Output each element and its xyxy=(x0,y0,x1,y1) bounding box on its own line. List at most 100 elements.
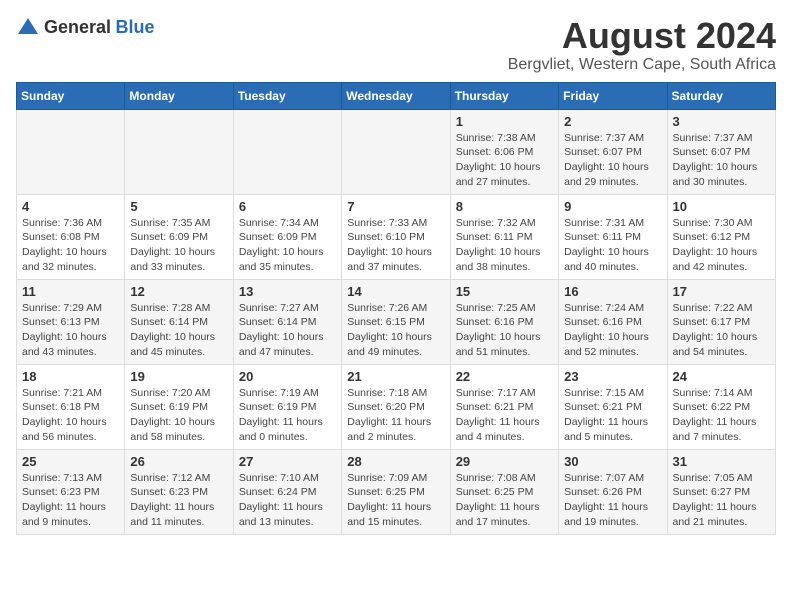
day-info: Sunrise: 7:18 AM Sunset: 6:20 PM Dayligh… xyxy=(347,386,444,445)
calendar-cell: 6Sunrise: 7:34 AM Sunset: 6:09 PM Daylig… xyxy=(233,194,341,279)
day-info: Sunrise: 7:38 AM Sunset: 6:06 PM Dayligh… xyxy=(456,131,553,190)
week-row-1: 1 Sunrise: 7:38 AM Sunset: 6:06 PM Daylig… xyxy=(17,109,776,194)
day-number: 25 xyxy=(22,454,119,469)
calendar-cell: 15Sunrise: 7:25 AM Sunset: 6:16 PM Dayli… xyxy=(450,279,558,364)
calendar-cell xyxy=(17,109,125,194)
day-number: 29 xyxy=(456,454,553,469)
calendar-table: SundayMondayTuesdayWednesdayThursdayFrid… xyxy=(16,82,776,535)
calendar-title: August 2024 xyxy=(508,16,776,56)
calendar-cell: 1 Sunrise: 7:38 AM Sunset: 6:06 PM Daylig… xyxy=(450,109,558,194)
calendar-cell: 16 Sunrise: 7:24 AM Sunset: 6:16 PM Dayli… xyxy=(559,279,667,364)
day-info: Sunrise: 7:25 AM Sunset: 6:16 PM Dayligh… xyxy=(456,301,553,360)
calendar-cell: 21Sunrise: 7:18 AM Sunset: 6:20 PM Dayli… xyxy=(342,364,450,449)
day-number: 30 xyxy=(564,454,661,469)
calendar-cell: 30Sunrise: 7:07 AM Sunset: 6:26 PM Dayli… xyxy=(559,449,667,534)
day-info: Sunrise: 7:10 AM Sunset: 6:24 PM Dayligh… xyxy=(239,471,336,530)
day-info: Sunrise: 7:05 AM Sunset: 6:27 PM Dayligh… xyxy=(673,471,770,530)
day-number: 1 xyxy=(456,114,553,129)
day-number: 28 xyxy=(347,454,444,469)
week-row-3: 11 Sunrise: 7:29 AM Sunset: 6:13 PM Dayli… xyxy=(17,279,776,364)
calendar-cell: 5 Sunrise: 7:35 AM Sunset: 6:09 PM Daylig… xyxy=(125,194,233,279)
day-number: 31 xyxy=(673,454,770,469)
logo-icon xyxy=(16,16,40,40)
calendar-subtitle: Bergvliet, Western Cape, South Africa xyxy=(508,56,776,74)
day-number: 16 xyxy=(564,284,661,299)
calendar-cell: 4 Sunrise: 7:36 AM Sunset: 6:08 PM Daylig… xyxy=(17,194,125,279)
day-header-friday: Friday xyxy=(559,82,667,109)
day-number: 3 xyxy=(673,114,770,129)
day-number: 18 xyxy=(22,369,119,384)
day-info: Sunrise: 7:27 AM Sunset: 6:14 PM Dayligh… xyxy=(239,301,336,360)
day-number: 7 xyxy=(347,199,444,214)
day-info: Sunrise: 7:32 AM Sunset: 6:11 PM Dayligh… xyxy=(456,216,553,275)
day-info: Sunrise: 7:09 AM Sunset: 6:25 PM Dayligh… xyxy=(347,471,444,530)
day-info: Sunrise: 7:29 AM Sunset: 6:13 PM Dayligh… xyxy=(22,301,119,360)
calendar-cell: 13 Sunrise: 7:27 AM Sunset: 6:14 PM Dayli… xyxy=(233,279,341,364)
day-number: 24 xyxy=(673,369,770,384)
calendar-cell: 17Sunrise: 7:22 AM Sunset: 6:17 PM Dayli… xyxy=(667,279,775,364)
calendar-cell: 10Sunrise: 7:30 AM Sunset: 6:12 PM Dayli… xyxy=(667,194,775,279)
day-info: Sunrise: 7:36 AM Sunset: 6:08 PM Dayligh… xyxy=(22,216,119,275)
day-number: 8 xyxy=(456,199,553,214)
calendar-cell: 31 Sunrise: 7:05 AM Sunset: 6:27 PM Dayli… xyxy=(667,449,775,534)
calendar-cell: 7 Sunrise: 7:33 AM Sunset: 6:10 PM Daylig… xyxy=(342,194,450,279)
day-info: Sunrise: 7:21 AM Sunset: 6:18 PM Dayligh… xyxy=(22,386,119,445)
day-number: 9 xyxy=(564,199,661,214)
calendar-cell xyxy=(342,109,450,194)
day-number: 12 xyxy=(130,284,227,299)
calendar-cell: 19 Sunrise: 7:20 AM Sunset: 6:19 PM Dayli… xyxy=(125,364,233,449)
day-info: Sunrise: 7:24 AM Sunset: 6:16 PM Dayligh… xyxy=(564,301,661,360)
calendar-cell xyxy=(233,109,341,194)
calendar-cell: 8 Sunrise: 7:32 AM Sunset: 6:11 PM Daylig… xyxy=(450,194,558,279)
day-info: Sunrise: 7:37 AM Sunset: 6:07 PM Dayligh… xyxy=(564,131,661,190)
logo: General Blue xyxy=(16,16,155,40)
calendar-cell: 27 Sunrise: 7:10 AM Sunset: 6:24 PM Dayli… xyxy=(233,449,341,534)
calendar-cell: 18 Sunrise: 7:21 AM Sunset: 6:18 PM Dayli… xyxy=(17,364,125,449)
day-number: 5 xyxy=(130,199,227,214)
day-info: Sunrise: 7:37 AM Sunset: 6:07 PM Dayligh… xyxy=(673,131,770,190)
title-block: August 2024 Bergvliet, Western Cape, Sou… xyxy=(508,16,776,74)
week-row-2: 4 Sunrise: 7:36 AM Sunset: 6:08 PM Daylig… xyxy=(17,194,776,279)
day-header-sunday: Sunday xyxy=(17,82,125,109)
day-number: 20 xyxy=(239,369,336,384)
day-info: Sunrise: 7:28 AM Sunset: 6:14 PM Dayligh… xyxy=(130,301,227,360)
calendar-cell: 28 Sunrise: 7:09 AM Sunset: 6:25 PM Dayli… xyxy=(342,449,450,534)
day-info: Sunrise: 7:31 AM Sunset: 6:11 PM Dayligh… xyxy=(564,216,661,275)
calendar-cell: 3 Sunrise: 7:37 AM Sunset: 6:07 PM Daylig… xyxy=(667,109,775,194)
day-info: Sunrise: 7:13 AM Sunset: 6:23 PM Dayligh… xyxy=(22,471,119,530)
logo-blue-text: Blue xyxy=(116,17,155,37)
day-number: 26 xyxy=(130,454,227,469)
day-number: 14 xyxy=(347,284,444,299)
day-header-saturday: Saturday xyxy=(667,82,775,109)
day-info: Sunrise: 7:33 AM Sunset: 6:10 PM Dayligh… xyxy=(347,216,444,275)
day-info: Sunrise: 7:15 AM Sunset: 6:21 PM Dayligh… xyxy=(564,386,661,445)
day-header-tuesday: Tuesday xyxy=(233,82,341,109)
calendar-cell: 24Sunrise: 7:14 AM Sunset: 6:22 PM Dayli… xyxy=(667,364,775,449)
day-info: Sunrise: 7:20 AM Sunset: 6:19 PM Dayligh… xyxy=(130,386,227,445)
day-info: Sunrise: 7:34 AM Sunset: 6:09 PM Dayligh… xyxy=(239,216,336,275)
calendar-cell: 9 Sunrise: 7:31 AM Sunset: 6:11 PM Daylig… xyxy=(559,194,667,279)
day-info: Sunrise: 7:35 AM Sunset: 6:09 PM Dayligh… xyxy=(130,216,227,275)
days-header-row: SundayMondayTuesdayWednesdayThursdayFrid… xyxy=(17,82,776,109)
day-number: 22 xyxy=(456,369,553,384)
day-number: 11 xyxy=(22,284,119,299)
calendar-cell: 14 Sunrise: 7:26 AM Sunset: 6:15 PM Dayli… xyxy=(342,279,450,364)
day-header-wednesday: Wednesday xyxy=(342,82,450,109)
day-number: 4 xyxy=(22,199,119,214)
day-number: 27 xyxy=(239,454,336,469)
logo-general-text: General xyxy=(44,17,111,37)
calendar-cell: 26 Sunrise: 7:12 AM Sunset: 6:23 PM Dayli… xyxy=(125,449,233,534)
calendar-cell: 25 Sunrise: 7:13 AM Sunset: 6:23 PM Dayli… xyxy=(17,449,125,534)
page-header: General Blue August 2024 Bergvliet, West… xyxy=(16,16,776,74)
day-info: Sunrise: 7:26 AM Sunset: 6:15 PM Dayligh… xyxy=(347,301,444,360)
day-number: 19 xyxy=(130,369,227,384)
day-info: Sunrise: 7:17 AM Sunset: 6:21 PM Dayligh… xyxy=(456,386,553,445)
day-info: Sunrise: 7:12 AM Sunset: 6:23 PM Dayligh… xyxy=(130,471,227,530)
calendar-cell: 2 Sunrise: 7:37 AM Sunset: 6:07 PM Daylig… xyxy=(559,109,667,194)
calendar-cell xyxy=(125,109,233,194)
day-info: Sunrise: 7:08 AM Sunset: 6:25 PM Dayligh… xyxy=(456,471,553,530)
day-number: 10 xyxy=(673,199,770,214)
day-number: 13 xyxy=(239,284,336,299)
day-header-monday: Monday xyxy=(125,82,233,109)
day-number: 2 xyxy=(564,114,661,129)
